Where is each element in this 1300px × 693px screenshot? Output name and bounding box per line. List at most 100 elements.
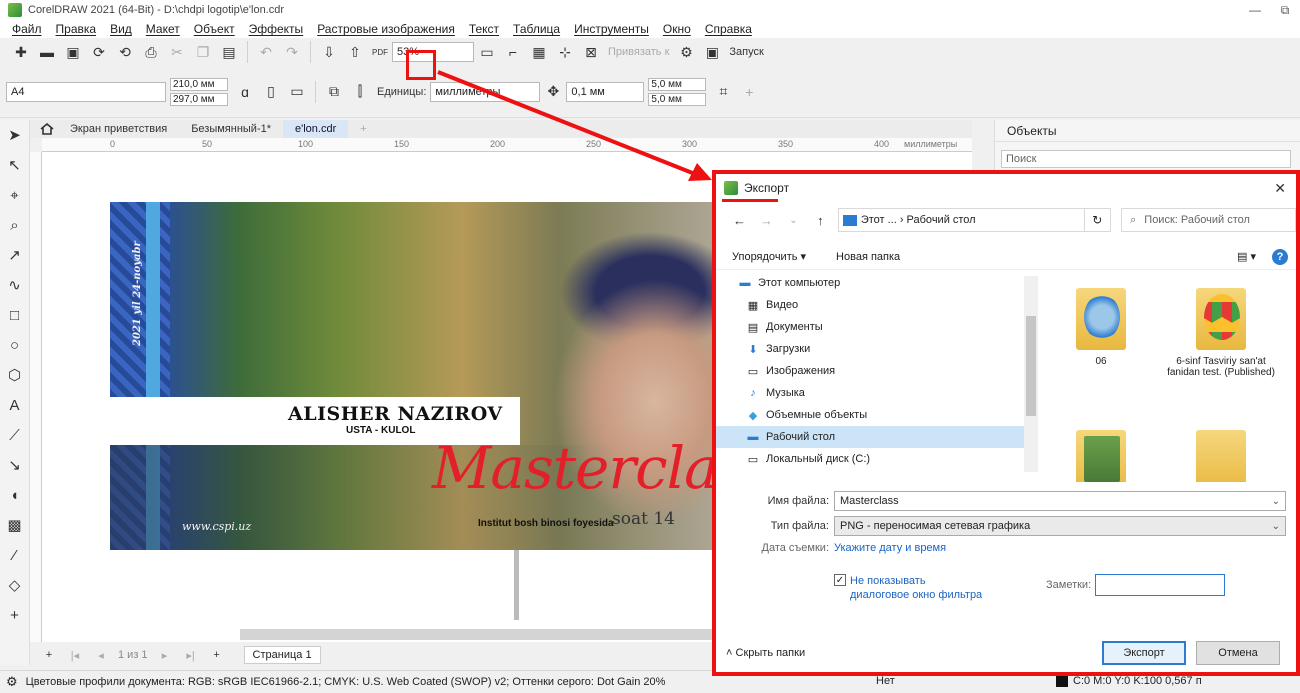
menu-effects[interactable]: Эффекты [249,22,304,36]
duplicate-y-input[interactable]: 5,0 мм [648,92,707,106]
organize-button[interactable]: Упорядочить ▾ [732,250,806,263]
no-filter-label-2[interactable]: диалоговое окно фильтра [850,588,982,602]
duplicate-x-input[interactable]: 5,0 мм [648,77,707,91]
text-tool-icon[interactable]: A [5,395,25,415]
portrait-icon[interactable]: ▯ [261,82,281,102]
copy-icon[interactable]: ❐ [193,42,213,62]
close-icon[interactable]: ✕ [1274,180,1286,197]
open-folder-icon[interactable]: ▬ [37,42,57,62]
add-page-icon[interactable]: + [39,645,59,665]
page-tab[interactable]: Страница 1 [243,646,321,664]
drop-shadow-icon[interactable]: ◖ [5,485,25,505]
menu-text[interactable]: Текст [469,22,499,36]
current-page-icon[interactable]: ⫿ [350,82,370,102]
redo-icon[interactable]: ↷ [282,42,302,62]
undo-icon[interactable]: ↶ [256,42,276,62]
page-width-input[interactable]: 210,0 мм [170,77,228,91]
zoom-tool-icon[interactable]: ⌕ [5,215,25,235]
refresh-button[interactable]: ↻ [1084,208,1112,232]
grid-icon[interactable]: ▦ [529,42,549,62]
new-folder-button[interactable]: Новая папка [836,251,900,263]
chevron-down-icon[interactable]: ⌄ [1272,496,1280,507]
folder-item[interactable]: 06 [1046,288,1156,367]
menu-help[interactable]: Справка [705,22,752,36]
shape-tool-icon[interactable]: ↖ [5,155,25,175]
full-screen-icon[interactable]: ▭ [477,42,497,62]
tree-item-local-disk[interactable]: ▭ Локальный диск (C:) [716,448,1032,470]
menu-edit[interactable]: Правка [56,22,97,36]
design-artboard[interactable]: 2021 yil 24-noyabr ALISHER NAZIROV USTA … [110,202,776,550]
no-filter-label-1[interactable]: Не показывать [850,574,982,588]
folder-item[interactable]: 6-sinf Tasviriy san'at fanidan test. (Pu… [1166,288,1276,378]
dimension-tool-icon[interactable]: ⟋ [5,425,25,445]
menu-object[interactable]: Объект [194,22,235,36]
add-page-end-icon[interactable]: + [207,645,227,665]
tab-welcome[interactable]: Экран приветствия [58,120,179,138]
tree-item-3d-objects[interactable]: ◆ Объемные объекты [716,404,1032,426]
crop-tool-icon[interactable]: ⌖ [5,185,25,205]
eyedropper-icon[interactable]: ⁄ [5,545,25,565]
add-icon[interactable]: + [739,82,759,102]
add-tool-icon[interactable]: + [5,605,25,625]
export-button[interactable]: Экспорт [1102,641,1186,665]
guidelines-icon[interactable]: ⊹ [555,42,575,62]
cancel-button[interactable]: Отмена [1196,641,1280,665]
up-arrow-icon[interactable]: ↑ [811,210,830,230]
folder-item[interactable] [1046,430,1156,482]
menu-tools[interactable]: Инструменты [574,22,649,36]
restore-button[interactable]: ⧉ [1270,3,1300,18]
tree-item-music[interactable]: ♪ Музыка [716,382,1032,404]
rectangle-tool-icon[interactable]: □ [5,305,25,325]
artistic-media-icon[interactable]: ∿ [5,275,25,295]
filetype-select[interactable]: PNG - переносимая сетевая графика ⌄ [834,516,1286,536]
prev-page-icon[interactable]: ◂ [91,645,111,665]
forward-arrow-icon[interactable]: → [757,210,776,230]
menu-file[interactable]: Файл [12,22,42,36]
publish-pdf-button[interactable]: PDF [372,48,388,57]
date-link[interactable]: Укажите дату и время [834,542,946,554]
import-icon[interactable]: ⇩ [319,42,339,62]
tree-item-documents[interactable]: ▤ Документы [716,316,1032,338]
view-options-icon[interactable]: ▤ ▾ [1237,250,1256,263]
cloud-icon[interactable]: ⟳ [89,42,109,62]
tree-item-downloads[interactable]: ⬇ Загрузки [716,338,1032,360]
tab-untitled[interactable]: Безымянный-1* [179,120,283,138]
menu-table[interactable]: Таблица [513,22,560,36]
nudge-input[interactable]: 0,1 мм [566,81,645,102]
paste-icon[interactable]: ▤ [219,42,239,62]
rulers-icon[interactable]: ⌐ [503,42,523,62]
help-icon[interactable]: ? [1272,248,1288,265]
polygon-tool-icon[interactable]: ⬡ [5,365,25,385]
fill-tool-icon[interactable]: ◇ [5,575,25,595]
freehand-tool-icon[interactable]: ↗ [5,245,25,265]
page-height-input[interactable]: 297,0 мм [170,92,228,106]
next-page-icon[interactable]: ▸ [155,645,175,665]
minimize-button[interactable]: ― [1240,3,1270,17]
back-arrow-icon[interactable]: ← [730,210,749,230]
transparency-tool-icon[interactable]: ▩ [5,515,25,535]
color-settings-icon[interactable]: ⚙ [6,674,18,690]
save-icon[interactable]: ▣ [63,42,83,62]
filename-input[interactable]: Masterclass ⌄ [834,491,1286,511]
tree-item-video[interactable]: ▦ Видео [716,294,1032,316]
page-size-select[interactable]: A4 [6,81,166,102]
scroll-thumb[interactable] [1026,316,1036,416]
folder-item[interactable] [1166,430,1276,482]
units-select[interactable]: миллиметры [430,81,541,102]
print-icon[interactable]: ⎙ [141,42,161,62]
fill-status[interactable]: Нет [876,675,895,687]
horizontal-ruler[interactable]: 0 50 100 150 200 250 300 350 400 миллиме… [42,138,972,152]
notes-input[interactable] [1095,574,1226,596]
docker-search-input[interactable]: Поиск [1001,150,1291,168]
launch-icon[interactable]: ▣ [702,42,722,62]
add-tab-icon[interactable]: + [348,120,378,138]
chevron-down-icon[interactable]: ⌄ [1272,521,1280,532]
dialog-search-input[interactable]: ⌕ Поиск: Рабочий стол [1121,208,1296,232]
first-page-icon[interactable]: |◂ [65,645,85,665]
cut-icon[interactable]: ✂ [167,42,187,62]
connector-tool-icon[interactable]: ↘ [5,455,25,475]
hide-folders-toggle[interactable]: ˄ Скрыть папки [726,647,805,659]
last-page-icon[interactable]: ▸| [181,645,201,665]
all-pages-icon[interactable]: ⧉ [324,82,344,102]
snap-to-dropdown[interactable]: Привязать к [608,46,669,58]
